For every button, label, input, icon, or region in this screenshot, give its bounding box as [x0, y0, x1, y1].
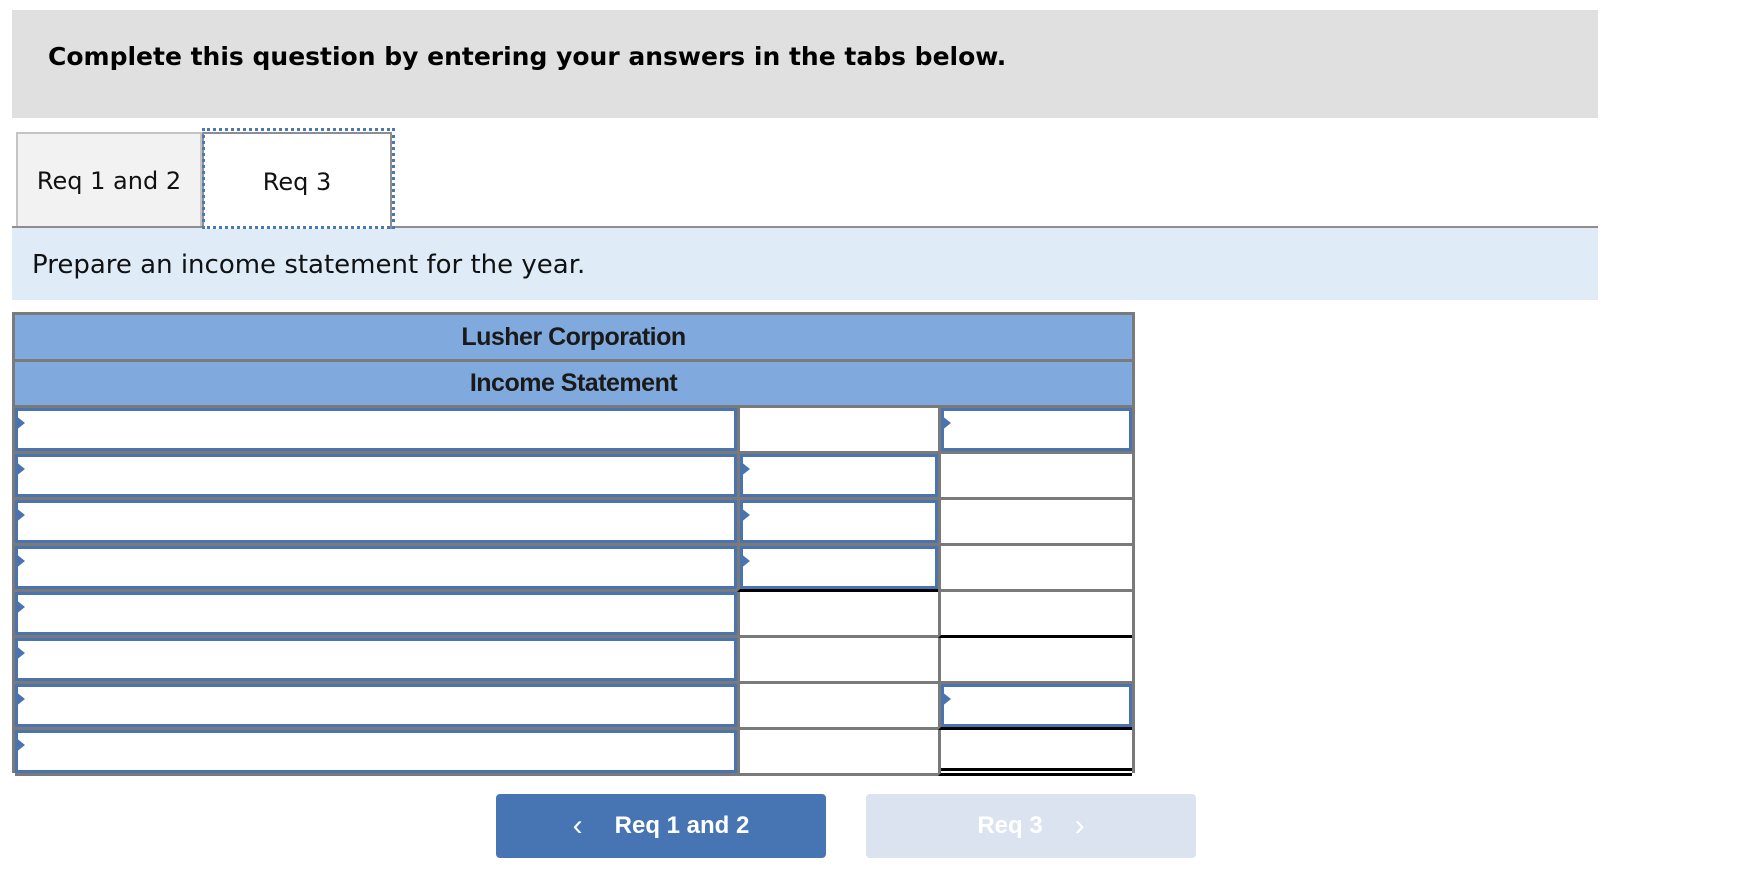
- tab-label: Req 3: [262, 167, 332, 196]
- line-item-label-cell: [15, 730, 737, 776]
- line-item-label-input[interactable]: [15, 638, 737, 681]
- line-item-label-cell: [15, 638, 737, 684]
- total-cell: [938, 546, 1132, 592]
- statement-row: [15, 546, 1132, 592]
- line-item-label-input[interactable]: [15, 408, 737, 451]
- total-blank: [941, 500, 1132, 543]
- statement-row: [15, 684, 1132, 730]
- instruction-banner: Complete this question by entering your …: [12, 10, 1598, 118]
- statement-row: [15, 730, 1132, 776]
- line-item-label-input[interactable]: [15, 592, 737, 635]
- amount-cell: [737, 500, 938, 546]
- total-blank: [941, 592, 1132, 635]
- amount-blank: [740, 408, 938, 451]
- total-blank: [941, 730, 1132, 773]
- amount-blank: [740, 684, 938, 727]
- company-name-header: Lusher Corporation: [15, 315, 1132, 362]
- line-item-label-cell: [15, 592, 737, 638]
- line-item-label-input[interactable]: [15, 546, 737, 589]
- total-input[interactable]: [941, 408, 1132, 451]
- total-cell: [938, 500, 1132, 546]
- amount-blank: [740, 592, 938, 635]
- statement-row: [15, 454, 1132, 500]
- amount-cell: [737, 408, 938, 454]
- total-cell: [938, 592, 1132, 638]
- line-item-label-cell: [15, 408, 737, 454]
- line-item-label-cell: [15, 546, 737, 592]
- tab-req-3[interactable]: Req 3: [202, 132, 392, 229]
- amount-cell: [737, 684, 938, 730]
- statement-row: [15, 408, 1132, 454]
- amount-cell: [737, 454, 938, 500]
- statement-row: [15, 592, 1132, 638]
- statement-title-header: Income Statement: [15, 362, 1132, 408]
- chevron-left-icon: ‹: [572, 809, 583, 842]
- total-input[interactable]: [941, 684, 1132, 727]
- prev-req-button[interactable]: ‹ Req 1 and 2: [496, 794, 826, 858]
- statement-row: [15, 638, 1132, 684]
- line-item-label-input[interactable]: [15, 454, 737, 497]
- banner-text: Complete this question by entering your …: [48, 42, 1007, 71]
- line-item-label-cell: [15, 684, 737, 730]
- prev-button-label: Req 1 and 2: [614, 812, 750, 839]
- amount-blank: [740, 638, 938, 681]
- instruction-text: Prepare an income statement for the year…: [32, 250, 586, 280]
- instruction-panel: Prepare an income statement for the year…: [12, 228, 1598, 300]
- amount-cell: [737, 730, 938, 776]
- amount-input[interactable]: [740, 500, 938, 543]
- line-item-label-input[interactable]: [15, 684, 737, 727]
- total-cell: [938, 730, 1132, 776]
- income-statement-table: Lusher Corporation Income Statement: [12, 312, 1135, 776]
- total-cell: [938, 684, 1132, 730]
- line-item-label-cell: [15, 454, 737, 500]
- line-item-label-input[interactable]: [15, 730, 737, 773]
- total-cell: [938, 408, 1132, 454]
- amount-input[interactable]: [740, 454, 938, 497]
- amount-cell: [737, 638, 938, 684]
- amount-cell: [737, 592, 938, 638]
- line-item-label-cell: [15, 500, 737, 546]
- amount-input[interactable]: [740, 546, 938, 589]
- next-req-button[interactable]: Req 3 ›: [866, 794, 1196, 858]
- statement-row: [15, 500, 1132, 546]
- total-blank: [941, 454, 1132, 497]
- total-blank: [941, 546, 1132, 589]
- next-button-label: Req 3: [977, 812, 1043, 839]
- tab-req-1-and-2[interactable]: Req 1 and 2: [16, 132, 202, 227]
- amount-cell: [737, 546, 938, 592]
- chevron-right-icon: ›: [1074, 809, 1085, 842]
- tab-label: Req 1 and 2: [36, 166, 182, 195]
- total-cell: [938, 638, 1132, 684]
- amount-blank: [740, 730, 938, 773]
- line-item-label-input[interactable]: [15, 500, 737, 543]
- total-cell: [938, 454, 1132, 500]
- total-blank: [941, 638, 1132, 681]
